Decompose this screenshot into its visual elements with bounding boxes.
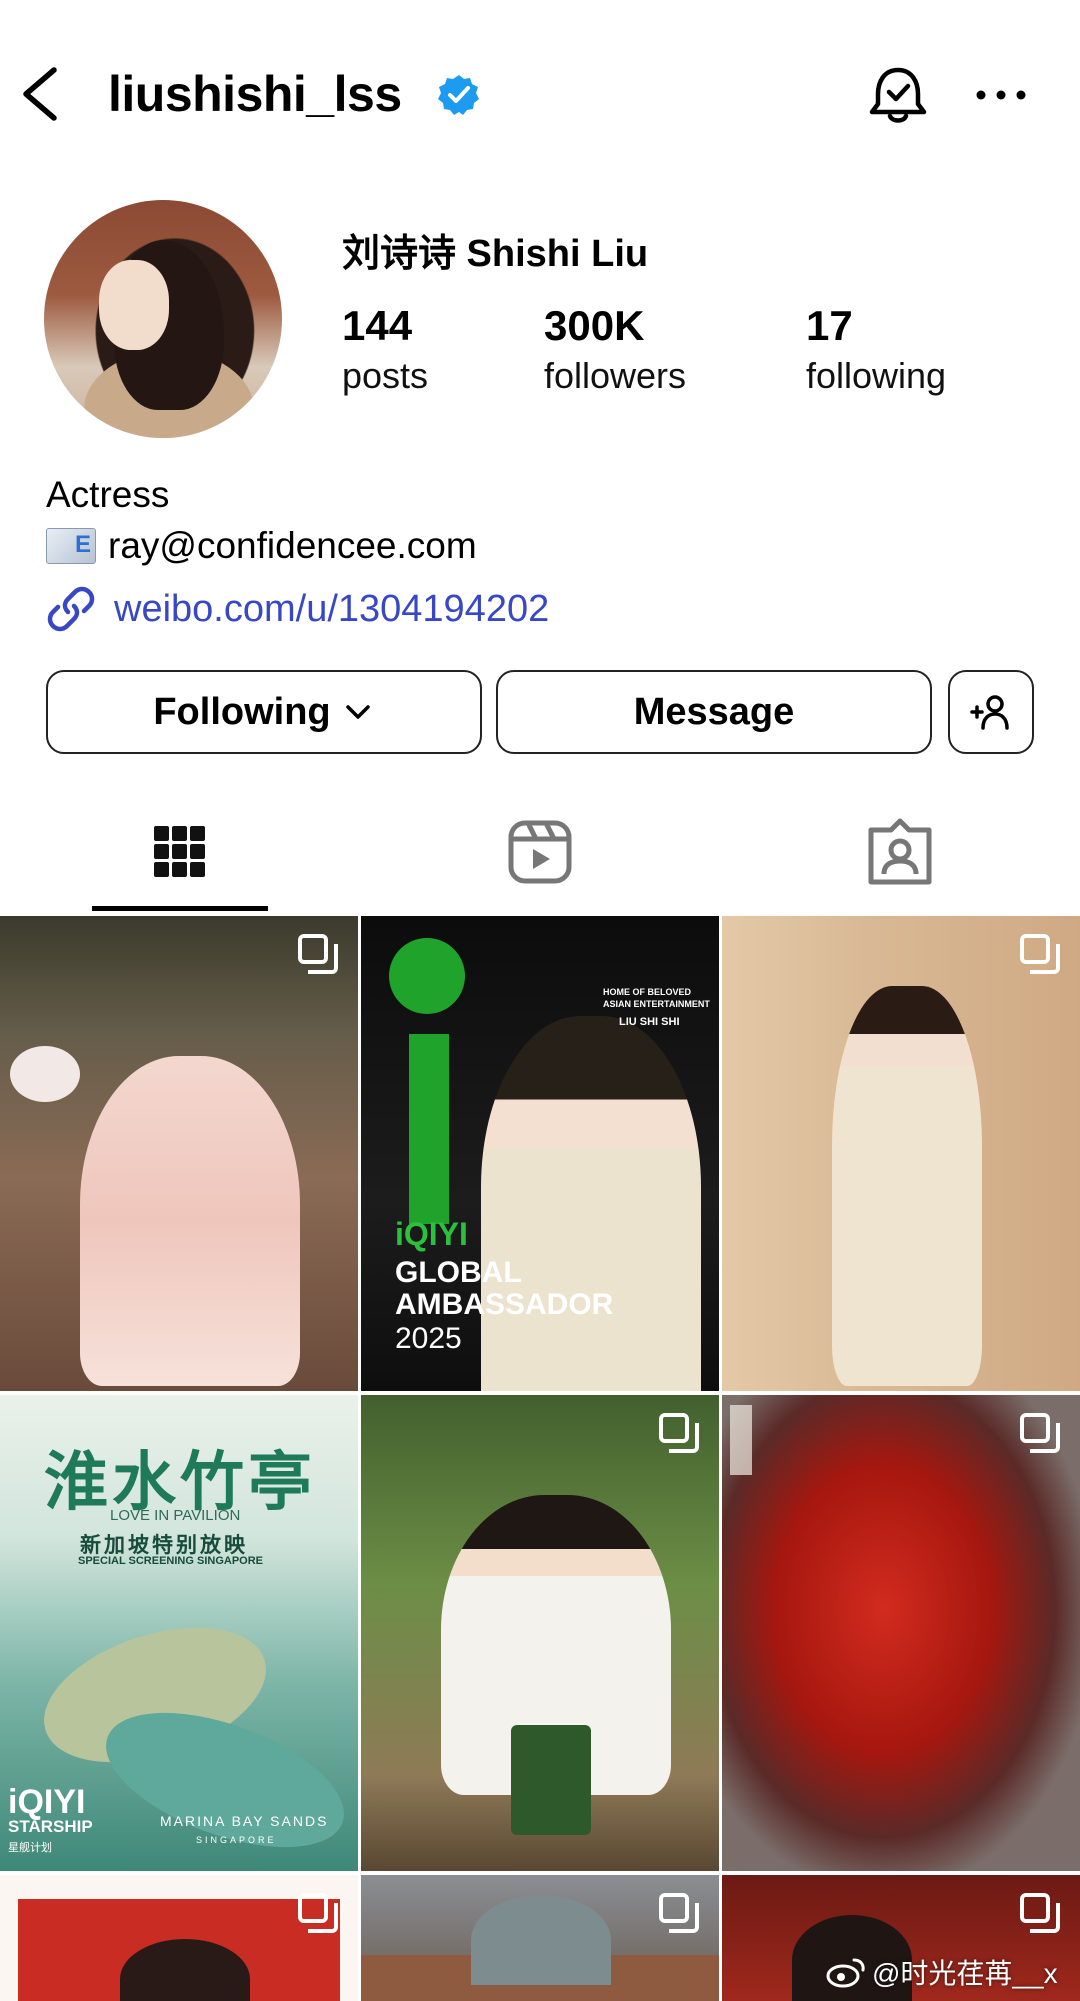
active-tab-indicator xyxy=(92,906,268,911)
posts-count: 144 xyxy=(342,302,413,349)
multiple-photos-icon xyxy=(1020,934,1062,976)
verified-badge-icon xyxy=(438,75,479,115)
email-icon-letter: E xyxy=(74,531,91,558)
reels-icon[interactable] xyxy=(500,812,580,892)
grid-icon[interactable] xyxy=(140,812,220,892)
followers-label[interactable]: followers xyxy=(544,355,686,397)
more-options-icon[interactable] xyxy=(975,80,1027,110)
post-thumbnail[interactable] xyxy=(0,916,358,1391)
profile-email-row: E ray@confidencee.com xyxy=(46,525,477,567)
message-button-label: Message xyxy=(633,690,795,733)
post-text: 2025 xyxy=(395,1322,462,1355)
profile-username: liushishi_lss xyxy=(108,66,402,122)
followers-count[interactable]: 300K xyxy=(544,302,644,350)
post-text: AMBASSADOR xyxy=(395,1288,614,1321)
post-text: LIU SHI SHI xyxy=(619,1016,680,1028)
following-button-label: Following xyxy=(153,690,331,733)
message-button[interactable]: Message xyxy=(496,670,932,754)
watermark: @时光荏苒__x xyxy=(826,1952,1058,1992)
profile-avatar[interactable] xyxy=(44,200,282,438)
post-text: 星舰计划 xyxy=(8,1842,52,1854)
profile-link[interactable]: weibo.com/u/1304194202 xyxy=(46,584,549,634)
weibo-logo-icon xyxy=(826,1958,865,1988)
post-text: SPECIAL SCREENING SINGAPORE xyxy=(78,1555,263,1567)
post-text: SINGAPORE xyxy=(196,1835,277,1845)
post-thumbnail[interactable] xyxy=(722,1395,1080,1871)
post-thumbnail[interactable] xyxy=(361,1395,719,1871)
post-thumbnail[interactable]: HOME OF BELOVED ASIAN ENTERTAINMENT LIU … xyxy=(361,916,719,1391)
post-text: HOME OF BELOVED ASIAN ENTERTAINMENT xyxy=(603,987,710,1009)
watermark-text: @时光荏苒__x xyxy=(872,1958,1058,1989)
post-text: iQIYI xyxy=(395,1216,468,1252)
profile-bio: Actress xyxy=(46,474,170,515)
multiple-photos-icon xyxy=(659,1413,701,1455)
following-button[interactable]: Following xyxy=(46,670,482,754)
post-thumbnail[interactable] xyxy=(722,916,1080,1391)
posts-label: posts xyxy=(342,355,429,396)
multiple-photos-icon xyxy=(659,1893,701,1935)
profile-full-name: 刘诗诗 Shishi Liu xyxy=(342,233,649,275)
following-count[interactable]: 17 xyxy=(806,302,853,350)
following-label[interactable]: following xyxy=(806,355,946,397)
multiple-photos-icon xyxy=(1020,1893,1062,1935)
notification-bell-icon[interactable] xyxy=(868,64,928,126)
post-text: STARSHIP xyxy=(8,1817,93,1836)
back-arrow-icon[interactable] xyxy=(18,64,62,124)
multiple-photos-icon xyxy=(298,934,340,976)
post-text: MARINA BAY SANDS xyxy=(160,1813,329,1829)
post-thumbnail[interactable]: 淮水竹亭 LOVE IN PAVILION 新加坡特别放映 SPECIAL SC… xyxy=(0,1395,358,1871)
post-thumbnail[interactable] xyxy=(361,1875,719,2001)
multiple-photos-icon xyxy=(1020,1413,1062,1455)
link-icon xyxy=(47,586,95,632)
multiple-photos-icon xyxy=(298,1893,340,1935)
email-icon: E xyxy=(46,528,96,564)
chevron-down-icon xyxy=(345,705,370,719)
add-user-icon xyxy=(970,695,1009,730)
post-text: LOVE IN PAVILION xyxy=(110,1507,241,1524)
add-user-button[interactable] xyxy=(948,670,1034,754)
profile-email: ray@confidencee.com xyxy=(108,525,477,566)
post-text: GLOBAL xyxy=(395,1256,522,1289)
profile-link-text[interactable]: weibo.com/u/1304194202 xyxy=(114,588,549,631)
tagged-icon[interactable] xyxy=(860,812,940,892)
post-thumbnail[interactable] xyxy=(0,1875,358,2001)
